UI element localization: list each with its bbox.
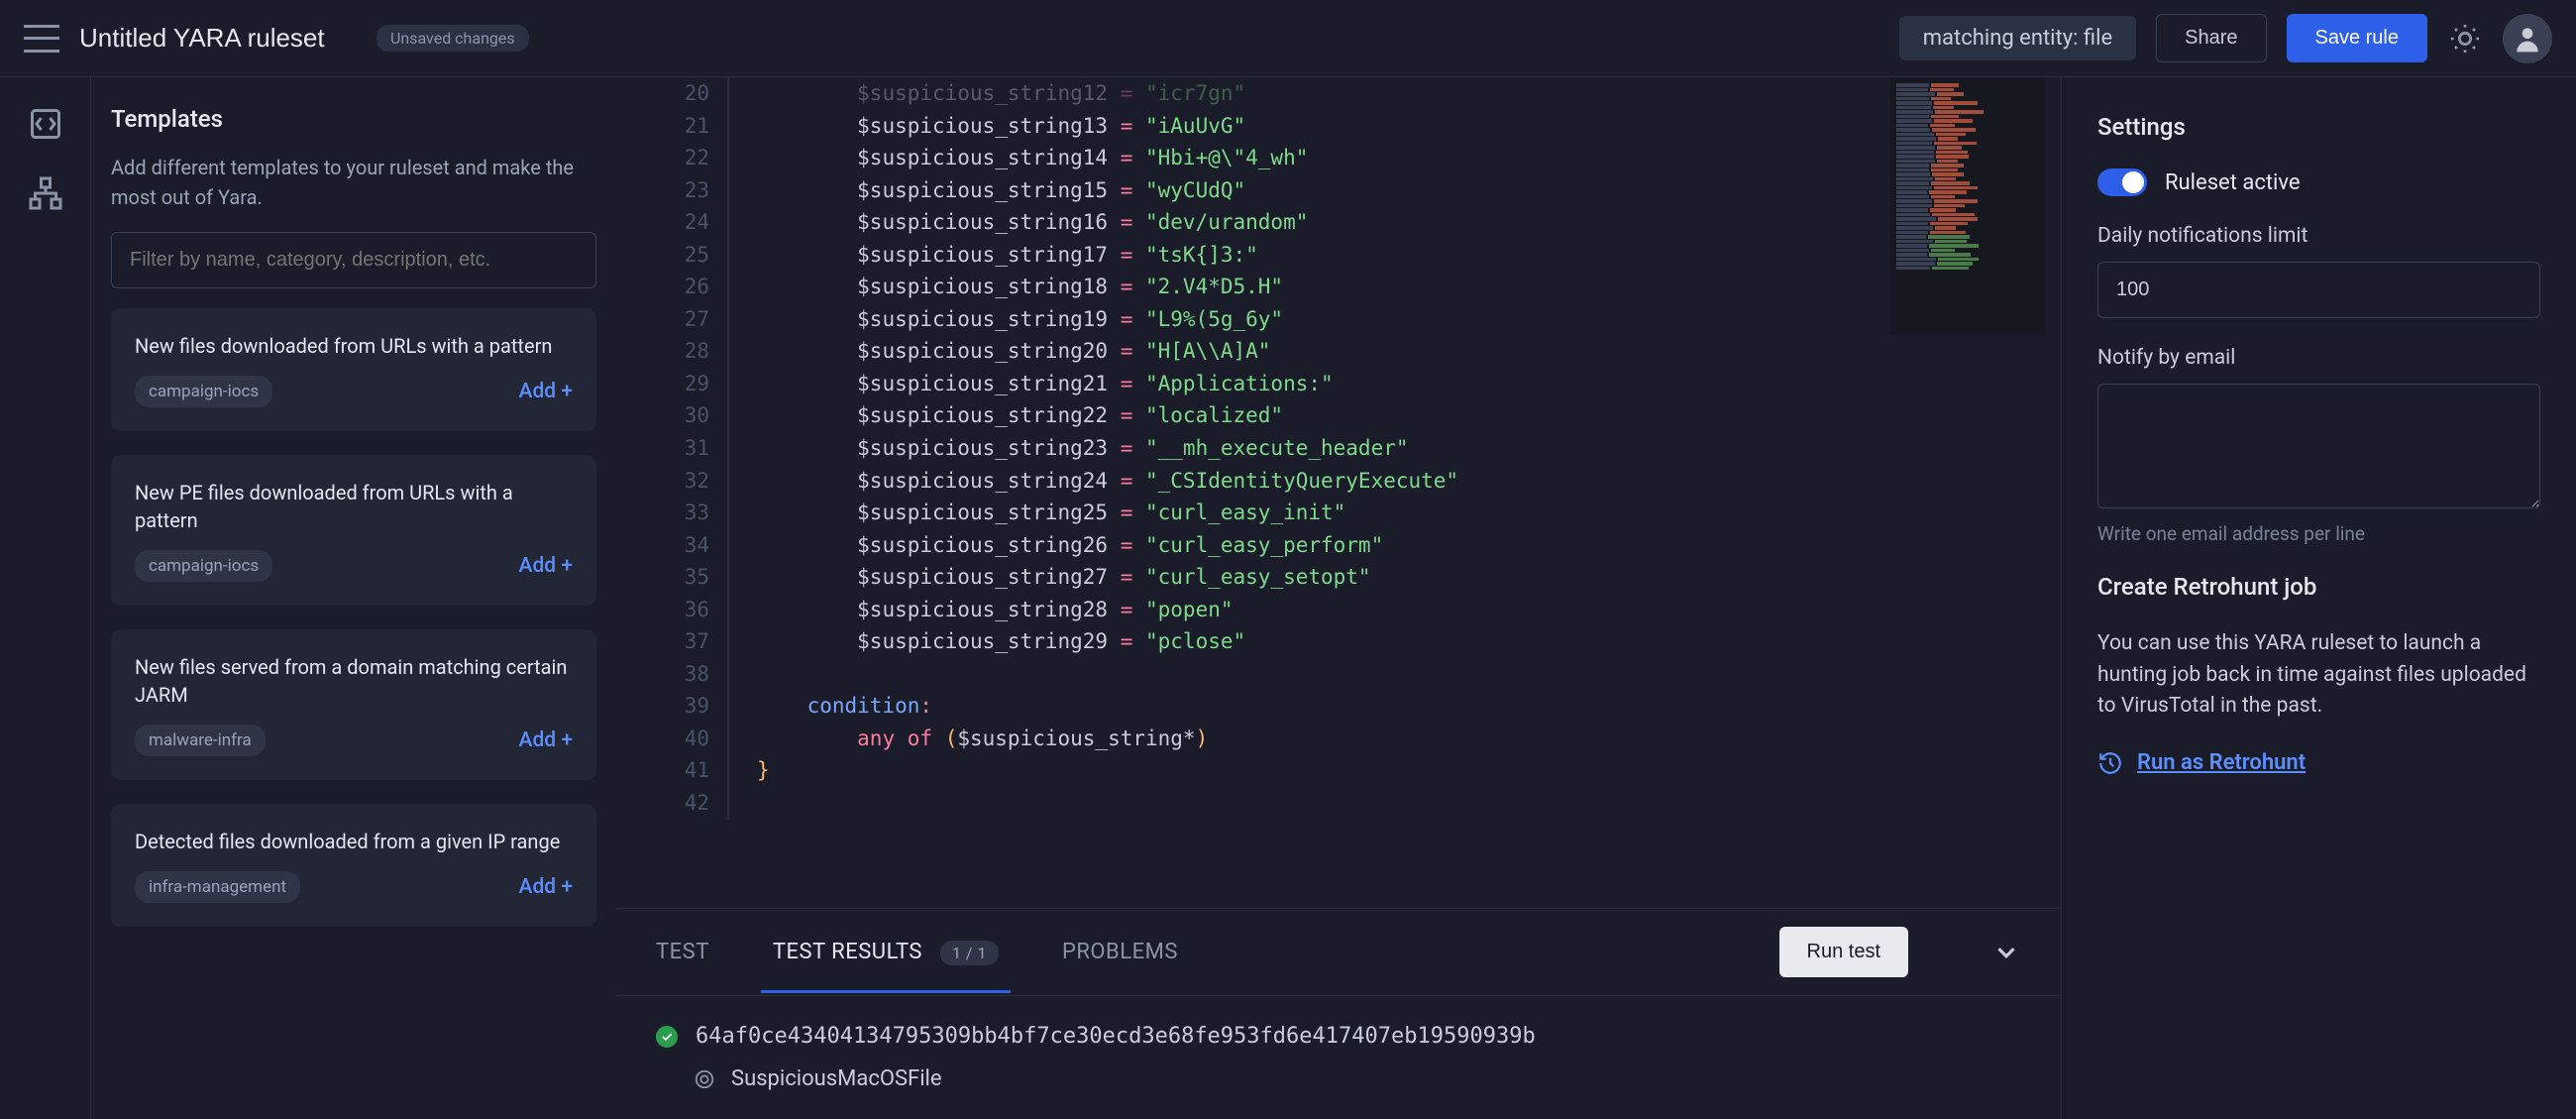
template-add-link[interactable]: Add + <box>519 875 573 899</box>
avatar[interactable] <box>2503 14 2552 63</box>
leftbar <box>0 77 91 1119</box>
template-title: New files downloaded from URLs with a pa… <box>135 332 573 360</box>
target-icon <box>694 1068 715 1090</box>
tab-test-results[interactable]: TEST RESULTS 1 / 1 <box>773 912 999 992</box>
daily-limit-input[interactable] <box>2097 262 2540 318</box>
history-icon <box>2097 750 2123 776</box>
structure-nav-icon[interactable] <box>27 174 64 212</box>
template-add-link[interactable]: Add + <box>519 728 573 752</box>
chevron-down-icon[interactable] <box>1991 938 2021 967</box>
results-body: 64af0ce43404134795309bb4bf7ce30ecd3e68fe… <box>616 996 2061 1119</box>
run-retrohunt-link[interactable]: Run as Retrohunt <box>2097 750 2540 776</box>
matching-entity-badge: matching entity: file <box>1899 16 2136 60</box>
unsaved-badge: Unsaved changes <box>376 25 529 52</box>
code-content[interactable]: $suspicious_string12 = "icr7gn" $suspici… <box>729 77 2061 820</box>
result-hash-row[interactable]: 64af0ce43404134795309bb4bf7ce30ecd3e68fe… <box>656 1024 2021 1049</box>
template-tag: campaign-iocs <box>135 376 272 407</box>
template-tag: infra-management <box>135 871 300 903</box>
template-tag: campaign-iocs <box>135 550 272 582</box>
check-icon <box>656 1026 678 1048</box>
template-card[interactable]: New files downloaded from URLs with a pa… <box>111 308 596 431</box>
editor-area: 2021222324252627282930313233343536373839… <box>616 77 2061 1119</box>
rule-match-row[interactable]: SuspiciousMacOSFile <box>656 1066 2021 1091</box>
notify-email-help: Write one email address per line <box>2097 522 2540 545</box>
notify-email-label: Notify by email <box>2097 346 2540 370</box>
results-count-badge: 1 / 1 <box>940 941 999 965</box>
template-add-link[interactable]: Add + <box>519 380 573 403</box>
save-rule-button[interactable]: Save rule <box>2287 14 2428 62</box>
bottom-panel: TEST TEST RESULTS 1 / 1 PROBLEMS Run tes… <box>616 908 2061 1119</box>
templates-description: Add different templates to your ruleset … <box>111 153 596 212</box>
template-title: New PE files downloaded from URLs with a… <box>135 479 573 534</box>
notify-email-textarea[interactable] <box>2097 384 2540 508</box>
template-filter-input[interactable] <box>111 232 596 288</box>
run-retrohunt-label: Run as Retrohunt <box>2137 750 2306 775</box>
editor-nav-icon[interactable] <box>27 105 64 143</box>
ruleset-active-row: Ruleset active <box>2097 168 2540 196</box>
share-button[interactable]: Share <box>2156 14 2266 62</box>
daily-limit-label: Daily notifications limit <box>2097 224 2540 248</box>
ruleset-title-input[interactable] <box>79 23 357 54</box>
minimap[interactable] <box>1890 77 2045 335</box>
ruleset-active-toggle[interactable] <box>2097 168 2147 196</box>
run-test-button[interactable]: Run test <box>1779 927 1908 977</box>
retrohunt-description: You can use this YARA ruleset to launch … <box>2097 628 2540 723</box>
tab-problems[interactable]: PROBLEMS <box>1062 912 1178 992</box>
template-title: Detected files downloaded from a given I… <box>135 828 573 855</box>
templates-sidebar: Templates Add different templates to you… <box>91 77 616 1119</box>
header: Unsaved changes matching entity: file Sh… <box>0 0 2576 77</box>
template-add-link[interactable]: Add + <box>519 554 573 578</box>
settings-heading: Settings <box>2097 113 2540 141</box>
menu-icon[interactable] <box>24 25 59 53</box>
bottom-tabs: TEST TEST RESULTS 1 / 1 PROBLEMS Run tes… <box>616 909 2061 996</box>
tab-test-results-label: TEST RESULTS <box>773 940 922 964</box>
template-title: New files served from a domain matching … <box>135 653 573 709</box>
template-card[interactable]: New PE files downloaded from URLs with a… <box>111 455 596 606</box>
ruleset-active-label: Ruleset active <box>2165 170 2301 195</box>
templates-heading: Templates <box>111 105 596 133</box>
result-hash: 64af0ce43404134795309bb4bf7ce30ecd3e68fe… <box>696 1024 1536 1049</box>
template-tag: malware-infra <box>135 725 266 756</box>
line-gutter: 2021222324252627282930313233343536373839… <box>616 77 727 820</box>
settings-panel: Settings Ruleset active Daily notificati… <box>2061 77 2576 1119</box>
tab-test[interactable]: TEST <box>656 912 709 992</box>
template-card[interactable]: Detected files downloaded from a given I… <box>111 804 596 927</box>
code-editor[interactable]: 2021222324252627282930313233343536373839… <box>616 77 2061 908</box>
template-card[interactable]: New files served from a domain matching … <box>111 629 596 780</box>
retrohunt-heading: Create Retrohunt job <box>2097 573 2540 601</box>
theme-toggle-icon[interactable] <box>2447 21 2483 56</box>
rule-match-name: SuspiciousMacOSFile <box>731 1066 942 1091</box>
